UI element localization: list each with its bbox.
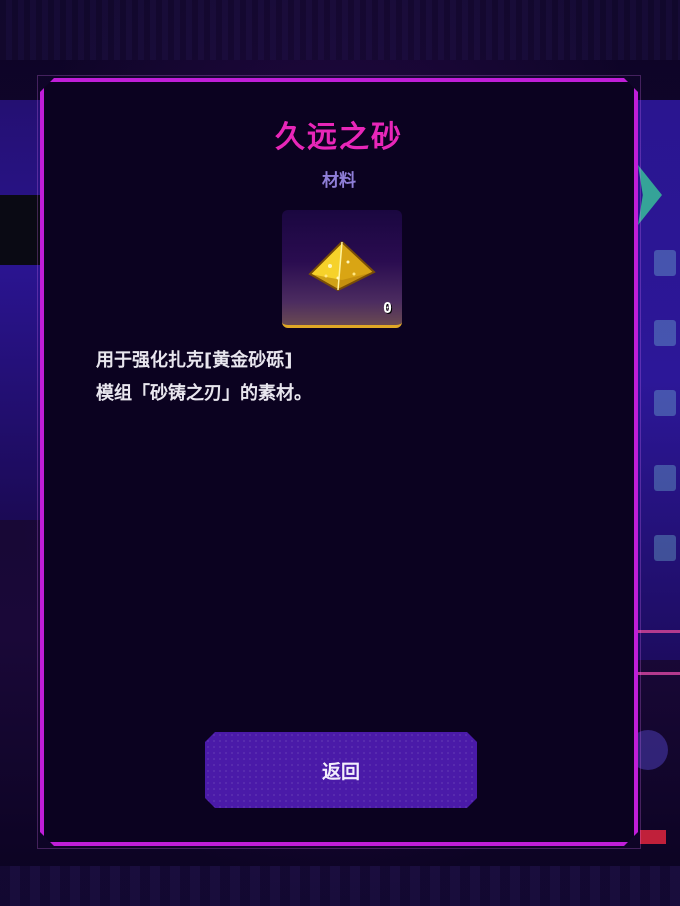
item-icon-slot: 0	[282, 210, 402, 328]
back-button[interactable]: 返回	[205, 732, 477, 808]
background-glyph	[654, 320, 676, 346]
item-detail-dialog: 久远之砂 材料 0 用于强化扎克[黄金砂砾] 模组「砂铸之刃」的素材。 返回	[40, 78, 638, 846]
description-line: 用于强化扎克[黄金砂砾]	[96, 350, 293, 371]
background-left-dark-block	[0, 195, 40, 265]
golden-sand-pyramid-icon	[308, 240, 376, 296]
background-glyph	[654, 465, 676, 491]
background-line	[636, 630, 680, 633]
background-top-band	[0, 0, 680, 60]
background-glyph	[654, 535, 676, 561]
background-left-panel	[0, 100, 40, 520]
description-line: 模组「砂铸之刃」的素材。	[96, 383, 312, 404]
background-line	[636, 672, 680, 675]
item-count: 0	[382, 299, 392, 317]
background-bottom-band	[0, 866, 680, 906]
item-description: 用于强化扎克[黄金砂砾] 模组「砂铸之刃」的素材。	[96, 344, 586, 410]
background-red-marker	[640, 830, 666, 844]
item-title: 久远之砂	[275, 120, 403, 155]
background-glyph	[654, 390, 676, 416]
background-glyph	[654, 250, 676, 276]
game-scene: 久远之砂 材料 0 用于强化扎克[黄金砂砾] 模组「砂铸之刃」的素材。 返回	[0, 0, 680, 906]
item-category: 材料	[322, 171, 356, 191]
